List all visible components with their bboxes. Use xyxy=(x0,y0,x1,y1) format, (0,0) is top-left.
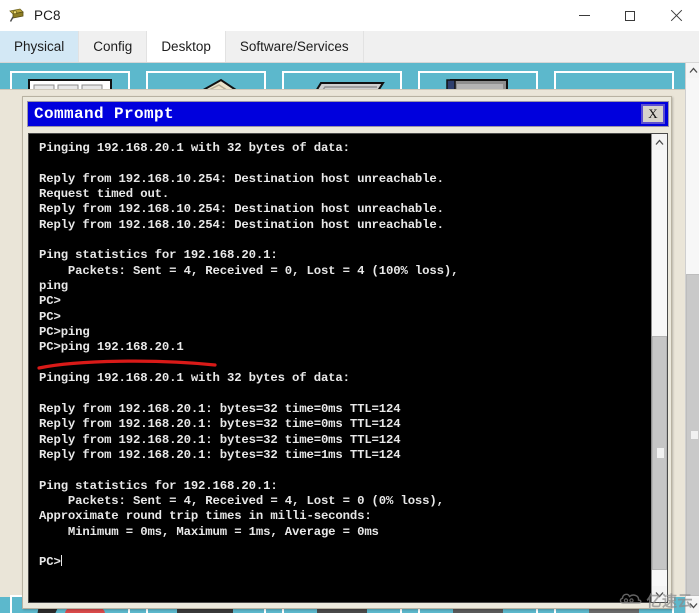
desktop-tab-body: Command Prompt X Pinging 192.168.20.1 wi… xyxy=(0,63,699,613)
terminal-line: Packets: Sent = 4, Received = 4, Lost = … xyxy=(39,493,444,508)
tab-desktop[interactable]: Desktop xyxy=(147,31,226,62)
terminal-line: Pinging 192.168.20.1 with 32 bytes of da… xyxy=(39,371,350,386)
command-prompt-close-button[interactable]: X xyxy=(641,104,665,124)
terminal-line: Pinging 192.168.20.1 with 32 bytes of da… xyxy=(39,141,350,155)
terminal-line: Reply from 192.168.20.1: bytes=32 time=0… xyxy=(39,401,401,416)
tab-software-services[interactable]: Software/Services xyxy=(225,31,364,62)
command-prompt-window: Command Prompt X Pinging 192.168.20.1 wi… xyxy=(22,96,672,609)
terminal-line: Minimum = 0ms, Maximum = 1ms, Average = … xyxy=(39,524,379,539)
watermark: 亿速云 xyxy=(619,590,693,611)
desktop-scrollbar[interactable] xyxy=(685,63,699,613)
terminal-scroll-up-button[interactable] xyxy=(652,134,667,150)
watermark-text: 亿速云 xyxy=(646,592,693,610)
terminal-line: Ping statistics for 192.168.20.1: xyxy=(39,248,278,263)
terminal-line: PC> xyxy=(39,309,61,324)
terminal-line: Approximate round trip times in milli-se… xyxy=(39,509,372,524)
terminal-scroll-thumb[interactable] xyxy=(652,336,667,570)
terminal-line: PC>ping xyxy=(39,325,90,340)
terminal-line: Reply from 192.168.20.1: bytes=32 time=0… xyxy=(39,432,401,447)
tab-physical[interactable]: Physical xyxy=(0,31,80,62)
terminal-caret xyxy=(60,555,63,567)
terminal-output-area[interactable]: Pinging 192.168.20.1 with 32 bytes of da… xyxy=(28,133,668,603)
terminal-line: Reply from 192.168.10.254: Destination h… xyxy=(39,217,444,232)
terminal-line: ping xyxy=(39,279,68,294)
tab-strip: Physical Config Desktop Software/Service… xyxy=(0,31,699,63)
terminal-line: Packets: Sent = 4, Received = 0, Lost = … xyxy=(39,263,459,278)
desktop-scroll-thumb[interactable] xyxy=(686,274,699,596)
desktop-panel: Command Prompt X Pinging 192.168.20.1 wi… xyxy=(0,63,699,613)
terminal-text: Pinging 192.168.20.1 with 32 bytes of da… xyxy=(39,141,643,571)
terminal-line: PC> xyxy=(39,555,63,570)
desktop-scroll-up-button[interactable] xyxy=(686,63,699,78)
terminal-scroll-track[interactable] xyxy=(652,150,667,586)
terminal-line: PC> xyxy=(39,294,61,309)
terminal-scroll-thumb-grip xyxy=(657,448,664,458)
terminal-line: PC>ping 192.168.20.1 xyxy=(39,340,184,355)
close-icon xyxy=(670,10,682,22)
minimize-icon xyxy=(578,15,590,16)
chevron-up-icon xyxy=(655,139,664,145)
cloud-logo-icon xyxy=(619,591,643,611)
terminal-line: Reply from 192.168.10.254: Destination h… xyxy=(39,171,444,186)
desktop-scroll-track[interactable] xyxy=(686,78,699,598)
minimize-button[interactable] xyxy=(561,0,607,31)
command-prompt-title: Command Prompt xyxy=(34,105,175,123)
close-button[interactable] xyxy=(653,0,699,31)
tab-config[interactable]: Config xyxy=(79,31,148,62)
maximize-icon xyxy=(625,10,635,21)
terminal-scrollbar[interactable] xyxy=(651,134,667,602)
terminal-line: Ping statistics for 192.168.20.1: xyxy=(39,478,278,493)
terminal-line: Reply from 192.168.10.254: Destination h… xyxy=(39,202,444,217)
pc-device-icon xyxy=(7,6,27,26)
window-titlebar: PC8 xyxy=(0,0,699,31)
maximize-button[interactable] xyxy=(607,0,653,31)
terminal-line: Reply from 192.168.20.1: bytes=32 time=0… xyxy=(39,417,401,432)
window-controls xyxy=(561,0,699,31)
app-root: PC8 Physical Config Desktop Software/Ser… xyxy=(0,0,699,613)
terminal-line: Request timed out. xyxy=(39,187,170,202)
chevron-up-icon xyxy=(689,67,697,73)
command-prompt-titlebar[interactable]: Command Prompt X xyxy=(27,101,669,127)
window-title: PC8 xyxy=(34,8,61,23)
terminal-line: Reply from 192.168.20.1: bytes=32 time=1… xyxy=(39,447,401,462)
desktop-scroll-thumb-grip xyxy=(690,431,698,439)
